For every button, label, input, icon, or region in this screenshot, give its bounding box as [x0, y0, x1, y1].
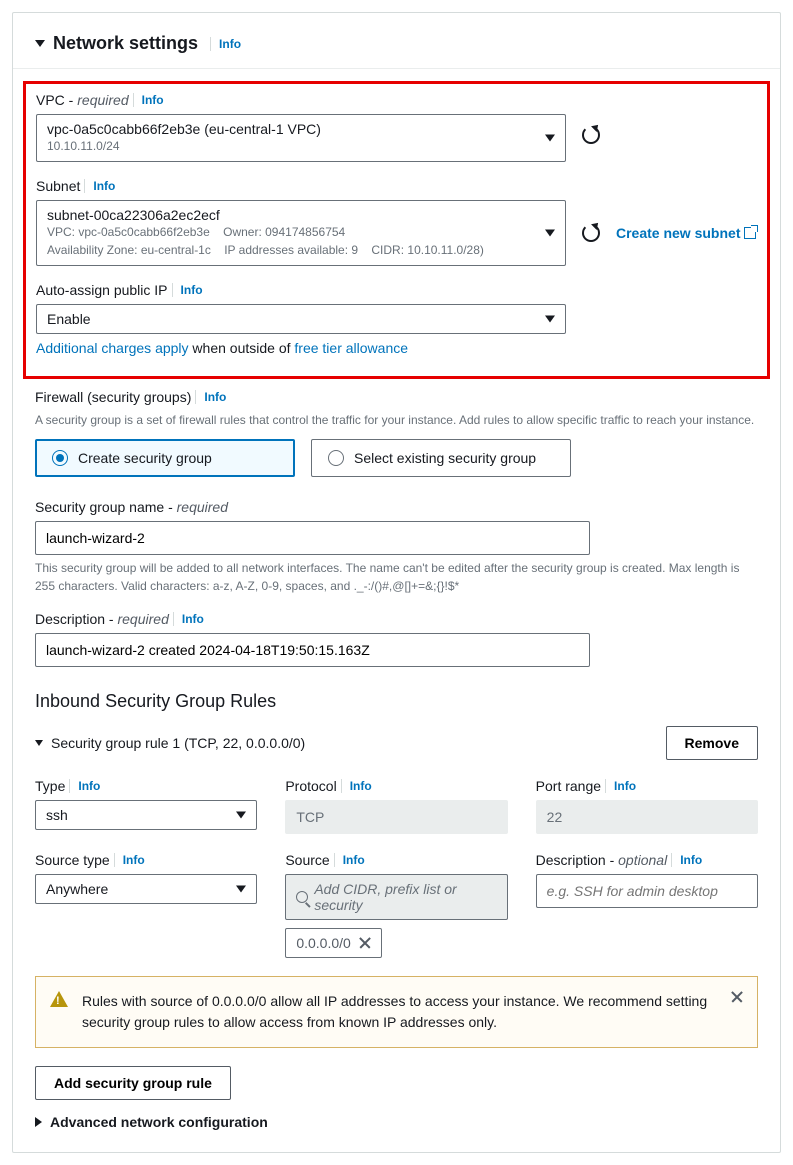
info-link-subnet[interactable]: Info	[84, 179, 115, 193]
info-link[interactable]: Info	[334, 853, 365, 867]
chevron-down-icon	[545, 230, 555, 237]
search-icon	[296, 891, 308, 903]
add-rule-button[interactable]: Add security group rule	[35, 1066, 231, 1100]
info-link[interactable]: Info	[605, 779, 636, 793]
create-sg-option[interactable]: Create security group	[35, 439, 295, 477]
rule-src-label: Source	[285, 852, 329, 868]
close-alert-icon[interactable]	[731, 991, 743, 1003]
rule-srctype-label: Source type	[35, 852, 110, 868]
sg-name-input[interactable]	[35, 521, 590, 555]
inbound-heading: Inbound Security Group Rules	[35, 691, 758, 712]
rule-port-field: 22	[536, 800, 758, 834]
rule-type-label: Type	[35, 778, 65, 794]
sgname-label: Security group name	[35, 499, 164, 515]
rule-proto-label: Protocol	[285, 778, 336, 794]
info-link-autoip[interactable]: Info	[172, 283, 203, 297]
remove-rule-button[interactable]: Remove	[666, 726, 758, 760]
rule-desc-input[interactable]	[536, 874, 758, 908]
refresh-icon[interactable]	[582, 224, 600, 242]
highlighted-region: VPC - required Info vpc-0a5c0cabb66f2eb3…	[23, 81, 770, 379]
vpc-label: VPC	[36, 92, 65, 108]
cidr-chip: 0.0.0.0/0	[285, 928, 382, 958]
sg-desc-input[interactable]	[35, 633, 590, 667]
charges-link[interactable]: Additional charges apply	[36, 340, 189, 356]
refresh-icon[interactable]	[582, 126, 600, 144]
vpc-select[interactable]: vpc-0a5c0cabb66f2eb3e (eu-central-1 VPC)…	[36, 114, 566, 162]
info-link[interactable]: Info	[69, 779, 100, 793]
radio-icon	[52, 450, 68, 466]
remove-chip-icon[interactable]	[359, 937, 371, 949]
chevron-down-icon	[545, 135, 555, 142]
rule-srctype-select[interactable]: Anywhere	[35, 874, 257, 904]
section-title: Network settings	[53, 33, 198, 54]
create-subnet-link[interactable]: Create new subnet	[616, 225, 756, 241]
info-link[interactable]: Info	[114, 853, 145, 867]
info-link-vpc[interactable]: Info	[133, 93, 164, 107]
external-link-icon	[744, 227, 756, 239]
freetier-link[interactable]: free tier allowance	[294, 340, 408, 356]
info-link[interactable]: Info	[341, 779, 372, 793]
subnet-select[interactable]: subnet-00ca22306a2ec2ecf VPC: vpc-0a5c0c…	[36, 200, 566, 266]
info-link-sgdesc[interactable]: Info	[173, 612, 204, 626]
radio-icon	[328, 450, 344, 466]
chevron-down-icon	[545, 316, 555, 323]
chevron-down-icon	[236, 812, 246, 819]
info-link-firewall[interactable]: Info	[195, 390, 226, 404]
warning-alert: Rules with source of 0.0.0.0/0 allow all…	[35, 976, 758, 1048]
info-link[interactable]: Info	[671, 853, 702, 867]
collapse-icon[interactable]	[35, 740, 43, 746]
rule-proto-field: TCP	[285, 800, 507, 834]
rule-source-input[interactable]: Add CIDR, prefix list or security	[285, 874, 507, 920]
autoip-label: Auto-assign public IP	[36, 282, 168, 298]
collapse-icon[interactable]	[35, 40, 45, 47]
autoip-select[interactable]: Enable	[36, 304, 566, 334]
warning-icon	[50, 991, 68, 1007]
chevron-down-icon	[236, 886, 246, 893]
subnet-label: Subnet	[36, 178, 80, 194]
chevron-right-icon	[35, 1117, 42, 1127]
advanced-toggle[interactable]: Advanced network configuration	[35, 1114, 758, 1130]
rule-title: Security group rule 1 (TCP, 22, 0.0.0.0/…	[51, 735, 305, 751]
select-sg-option[interactable]: Select existing security group	[311, 439, 571, 477]
rule-desc-label: Description	[536, 852, 606, 868]
sgdesc-label: Description	[35, 611, 105, 627]
sgname-helper: This security group will be added to all…	[35, 559, 758, 595]
firewall-description: A security group is a set of firewall ru…	[35, 411, 758, 429]
info-link-header[interactable]: Info	[210, 37, 241, 51]
rule-type-select[interactable]: ssh	[35, 800, 257, 830]
firewall-label: Firewall (security groups)	[35, 389, 191, 405]
rule-port-label: Port range	[536, 778, 601, 794]
